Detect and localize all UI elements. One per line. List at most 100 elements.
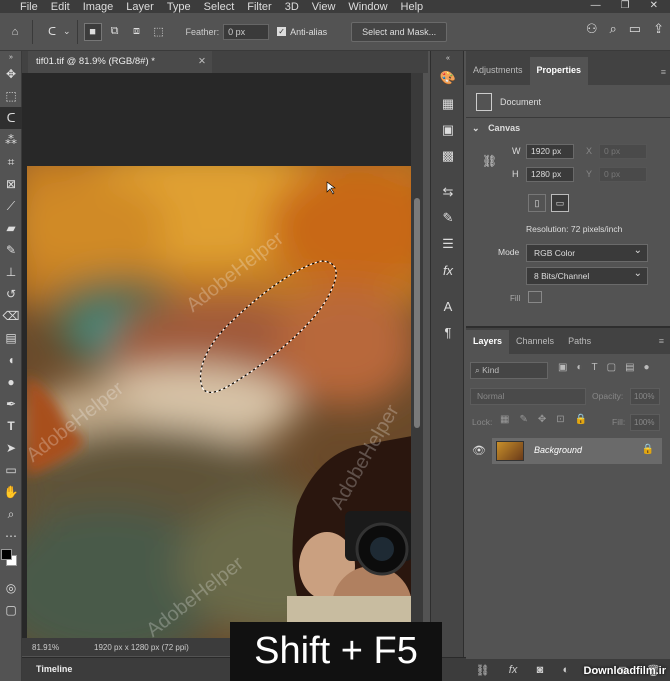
menu-help[interactable]: Help (401, 1, 424, 13)
new-selection-icon[interactable]: ■ (83, 22, 102, 41)
workspace-icon[interactable]: ▭ (629, 21, 641, 37)
menu-select[interactable]: Select (204, 1, 235, 13)
menu-edit[interactable]: Edit (51, 1, 70, 13)
history-brush-tool-icon[interactable]: ↺ (0, 283, 22, 305)
link-layers-icon[interactable]: ⛓ (476, 664, 490, 677)
frame-tool-icon[interactable]: ⊠ (0, 173, 22, 195)
layer-row[interactable]: Background 🔒 (492, 438, 662, 464)
foreground-color-swatch[interactable] (1, 549, 12, 560)
portrait-icon[interactable]: ▯ (528, 194, 546, 212)
mode-select[interactable]: RGB Color (526, 243, 648, 262)
opacity-input[interactable]: 100% (630, 388, 660, 405)
brush-tool-icon[interactable]: ✎ (0, 239, 22, 261)
color-panel-icon[interactable]: 🎨 (431, 65, 465, 91)
fx-icon[interactable]: fx (509, 664, 518, 676)
menu-view[interactable]: View (312, 1, 336, 13)
tab-paths[interactable]: Paths (561, 330, 598, 354)
lock-transparency-icon[interactable]: ▦ (500, 414, 509, 425)
add-mask-icon[interactable]: ◙ (537, 664, 544, 676)
history-panel-icon[interactable]: ⇆ (431, 179, 465, 205)
panel-menu-icon[interactable]: ≡ (653, 336, 670, 354)
quick-mask-icon[interactable]: ◎ (0, 577, 22, 599)
y-input[interactable]: 0 px (599, 167, 647, 182)
subtract-selection-icon[interactable]: ⧈ (128, 23, 146, 41)
width-input[interactable]: 1920 px (526, 144, 574, 159)
menu-3d[interactable]: 3D (285, 1, 299, 13)
move-tool-icon[interactable]: ✥ (0, 63, 22, 85)
marquee-tool-icon[interactable]: ⬚ (0, 85, 22, 107)
menu-file[interactable]: File (20, 1, 38, 13)
magic-wand-tool-icon[interactable]: ⁂ (0, 129, 22, 151)
crop-tool-icon[interactable]: ⌗ (0, 151, 22, 173)
document-canvas[interactable]: AdobeHelper AdobeHelper AdobeHelper Adob… (27, 166, 412, 638)
lock-all-icon[interactable]: 🔒 (575, 414, 587, 425)
healing-brush-tool-icon[interactable]: ▰ (0, 217, 22, 239)
menu-window[interactable]: Window (348, 1, 387, 13)
height-input[interactable]: 1280 px (526, 167, 574, 182)
fill-swatch[interactable] (528, 291, 542, 303)
collapse-icon[interactable]: » (0, 51, 22, 63)
intersect-selection-icon[interactable]: ⬚ (150, 23, 168, 41)
scrollbar-thumb[interactable] (414, 198, 420, 428)
paragraph-panel-icon[interactable]: ¶ (431, 319, 465, 345)
tab-layers[interactable]: Layers (466, 330, 510, 354)
close-window-icon[interactable]: ✕ (650, 0, 658, 11)
gradient-tool-icon[interactable]: ▤ (0, 327, 22, 349)
menu-image[interactable]: Image (83, 1, 114, 13)
antialias-checkbox[interactable]: ✓ Anti-alias (277, 27, 327, 37)
eyedropper-tool-icon[interactable]: ⟋ (0, 195, 22, 217)
adjustment-layer-icon[interactable]: ◐ (562, 664, 569, 676)
share-icon[interactable]: ⇪ (653, 21, 664, 37)
zoom-tool-icon[interactable]: ⌕ (0, 503, 22, 525)
eraser-tool-icon[interactable]: ⌫ (0, 305, 22, 327)
lock-position-icon[interactable]: ✥ (538, 414, 546, 425)
x-input[interactable]: 0 px (599, 144, 647, 159)
tab-channels[interactable]: Channels (509, 330, 561, 354)
adjustment-filter-icon[interactable]: ◐ (576, 362, 582, 373)
filter-toggle-icon[interactable]: ● (644, 362, 650, 373)
minimize-icon[interactable]: — (591, 0, 601, 11)
stamp-tool-icon[interactable]: ⊥ (0, 261, 22, 283)
chevron-down-icon[interactable]: ⌄ (63, 26, 71, 37)
patterns-panel-icon[interactable]: ▩ (431, 143, 465, 169)
gradients-panel-icon[interactable]: ▣ (431, 117, 465, 143)
zoom-level[interactable]: 81.91% (32, 643, 80, 652)
fx-icon[interactable]: fx (431, 257, 465, 283)
lock-artboard-icon[interactable]: ⊡ (556, 414, 564, 425)
hand-tool-icon[interactable]: ✋ (0, 481, 22, 503)
close-tab-icon[interactable]: ✕ (198, 51, 206, 73)
bit-depth-select[interactable]: 8 Bits/Channel (526, 266, 648, 285)
restore-icon[interactable]: ❐ (621, 0, 630, 11)
timeline-tab[interactable]: Timeline (36, 664, 72, 674)
type-filter-icon[interactable]: T (592, 362, 598, 373)
swatches-panel-icon[interactable]: ▦ (431, 91, 465, 117)
screen-mode-icon[interactable]: ▢ (0, 599, 22, 621)
menu-layer[interactable]: Layer (126, 1, 154, 13)
blur-tool-icon[interactable]: ◖ (0, 349, 22, 371)
tab-properties[interactable]: Properties (529, 57, 589, 85)
shape-filter-icon[interactable]: ▢ (607, 362, 616, 373)
feather-input[interactable]: 0 px (223, 23, 270, 40)
add-selection-icon[interactable]: ⧉ (106, 23, 124, 41)
collapse-icon[interactable]: « (431, 51, 465, 65)
type-tool-icon[interactable]: T (0, 415, 22, 437)
user-icon[interactable]: ⚇ (586, 21, 598, 37)
pixel-filter-icon[interactable]: ▣ (558, 362, 567, 373)
lock-pixels-icon[interactable]: ✎ (519, 414, 527, 425)
smart-filter-icon[interactable]: ▤ (625, 362, 634, 373)
brush-settings-icon[interactable]: ✎ (431, 205, 465, 231)
menu-filter[interactable]: Filter (247, 1, 271, 13)
pen-tool-icon[interactable]: ✒ (0, 393, 22, 415)
home-icon[interactable]: ⌂ (6, 23, 24, 41)
lasso-tool-icon[interactable]: ᑕ (0, 107, 22, 129)
filter-kind-select[interactable]: ⌕ Kind (470, 362, 548, 379)
canvas-section[interactable]: ⌄ Canvas (472, 123, 520, 134)
path-selection-tool-icon[interactable]: ➤ (0, 437, 22, 459)
eye-icon[interactable]: 👁 (472, 444, 486, 457)
select-and-mask-button[interactable]: Select and Mask... (351, 21, 448, 42)
character-panel-icon[interactable]: A (431, 293, 465, 319)
blend-mode-select[interactable]: Normal (470, 388, 586, 405)
panel-menu-icon[interactable]: ≡ (661, 67, 666, 77)
rectangle-tool-icon[interactable]: ▭ (0, 459, 22, 481)
menu-type[interactable]: Type (167, 1, 191, 13)
